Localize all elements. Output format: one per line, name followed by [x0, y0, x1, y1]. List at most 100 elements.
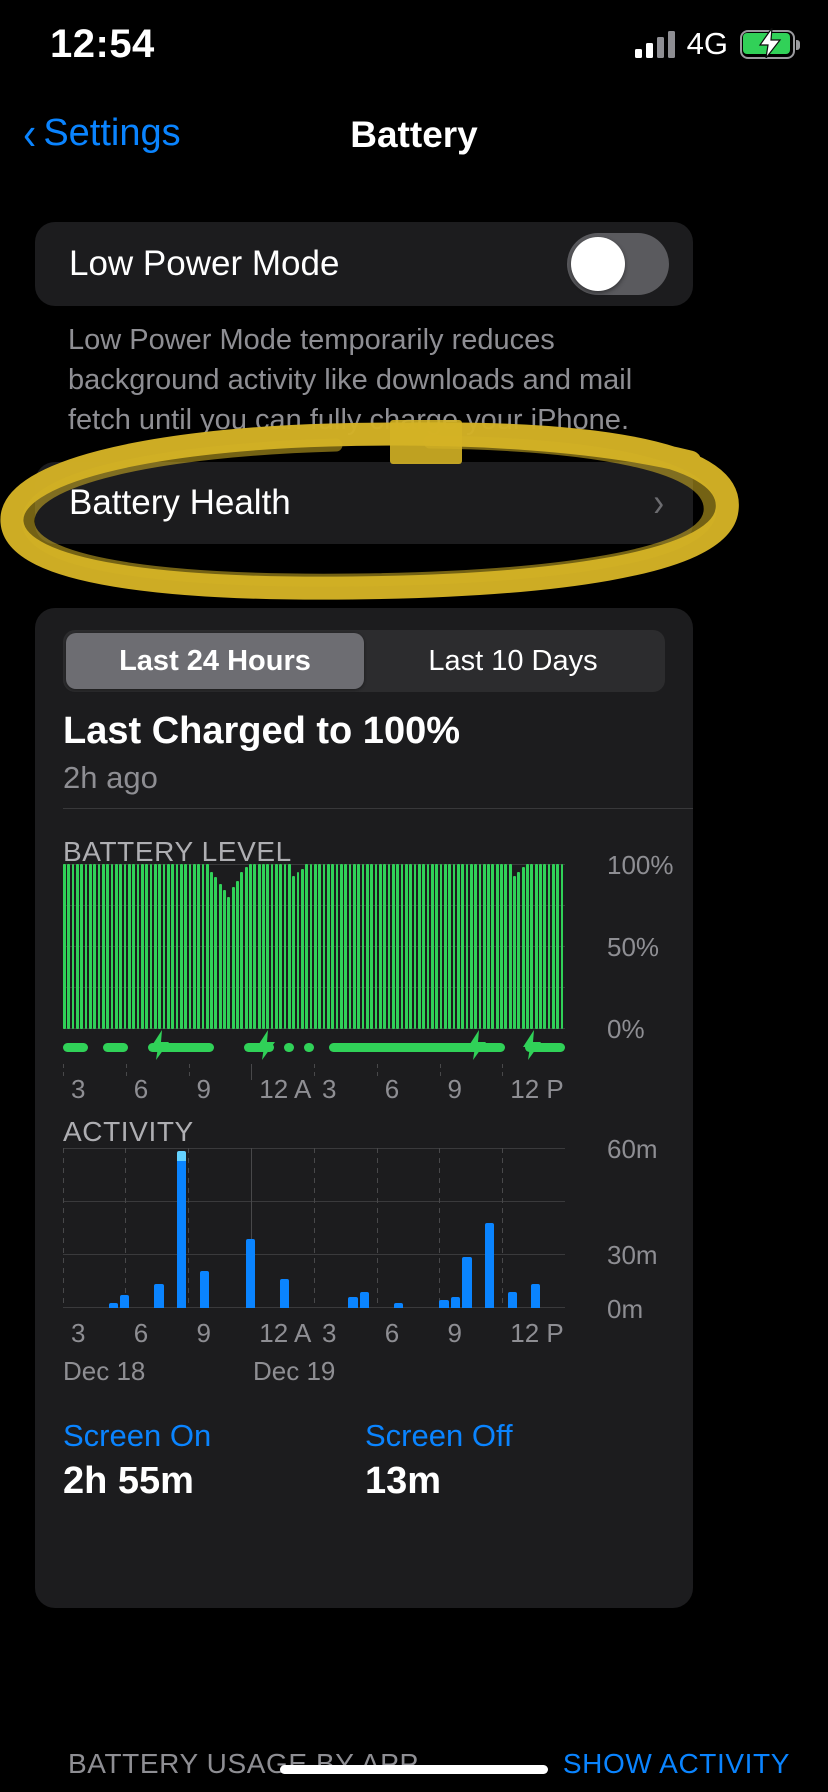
activity-bar-column — [450, 1148, 461, 1308]
battery-level-plot — [63, 864, 565, 1029]
battery-level-bar — [439, 864, 443, 1029]
activity-screen-off-segment — [177, 1150, 187, 1162]
activity-section-title: ACTIVITY — [63, 1116, 194, 1147]
page-title: Battery — [350, 114, 478, 155]
activity-bar-column — [382, 1148, 391, 1308]
x-axis-label: 12 P — [510, 1074, 564, 1104]
battery-level-bar — [266, 864, 270, 1029]
home-indicator[interactable] — [280, 1765, 548, 1774]
section-divider — [63, 808, 693, 809]
time-range-segmented-control[interactable]: Last 24 Hours Last 10 Days — [63, 630, 665, 692]
x-axis-tick — [251, 1064, 253, 1080]
activity-bar-column — [542, 1148, 551, 1308]
activity-screen-on-segment — [348, 1297, 358, 1308]
battery-level-bar — [101, 864, 105, 1029]
battery-level-bar — [132, 864, 135, 1029]
x-axis-label: 3 — [71, 1074, 86, 1104]
activity-bar-column — [188, 1148, 197, 1308]
activity-screen-on-segment — [462, 1257, 472, 1308]
battery-level-bar — [75, 864, 79, 1029]
battery-level-chart: 100% 50% 0% 3 6 9 12 A 3 6 9 12 P — [63, 850, 674, 1104]
activity-bar-column — [359, 1148, 369, 1308]
battery-level-bar — [63, 864, 66, 1029]
x-axis-tick — [188, 1064, 190, 1080]
x-axis-label: 3 — [322, 1074, 337, 1104]
battery-level-bar — [314, 864, 317, 1029]
battery-level-bar — [262, 864, 265, 1029]
battery-level-bar — [210, 872, 213, 1029]
y-label-30m: 30m — [607, 1240, 658, 1270]
battery-level-bar — [504, 864, 508, 1029]
activity-bar-column — [245, 1148, 255, 1308]
battery-level-bar — [214, 877, 218, 1029]
activity-screen-on-segment — [199, 1270, 210, 1308]
battery-level-bar — [396, 864, 399, 1029]
y-label-0: 0% — [607, 1014, 645, 1044]
battery-level-bar — [288, 864, 291, 1029]
x-axis-label: 6 — [384, 1074, 400, 1104]
battery-level-bar — [391, 864, 395, 1029]
battery-level-bar — [244, 867, 248, 1029]
battery-level-bar — [513, 875, 516, 1029]
battery-level-bar — [335, 864, 339, 1029]
battery-level-bar — [236, 880, 239, 1029]
network-type-label: 4G — [686, 26, 728, 61]
activity-chart: 60m 30m 0m 3 6 9 12 A 3 6 9 12 P Dec 18 Dec 19 — [63, 1134, 665, 1388]
battery-level-bar — [279, 864, 283, 1029]
low-power-mode-toggle[interactable] — [567, 233, 669, 295]
activity-plot — [63, 1148, 565, 1308]
battery-level-bar — [478, 864, 482, 1029]
activity-bar-column — [120, 1148, 130, 1308]
activity-screen-on-segment — [154, 1284, 164, 1308]
battery-level-bar — [188, 864, 192, 1029]
battery-level-bar — [443, 864, 447, 1029]
battery-level-bar — [309, 864, 313, 1029]
charging-bolt-icon — [521, 1030, 543, 1065]
navigation-bar: ‹ Settings Battery — [0, 96, 828, 182]
battery-level-bar — [417, 864, 421, 1029]
charging-bolt-icon — [466, 1030, 488, 1065]
activity-bar-column — [371, 1148, 380, 1308]
battery-level-bars — [63, 864, 565, 1029]
battery-level-bar — [171, 864, 174, 1029]
low-power-mode-row[interactable]: Low Power Mode — [35, 222, 693, 306]
battery-level-bar — [158, 864, 161, 1029]
battery-level-bar — [469, 864, 473, 1029]
activity-screen-on-segment — [245, 1238, 255, 1308]
segment-last-10-days[interactable]: Last 10 Days — [364, 633, 662, 689]
day-label-dec-19: Dec 19 — [253, 1356, 336, 1386]
battery-level-bar — [430, 864, 434, 1029]
battery-level-bar — [456, 864, 460, 1029]
battery-level-bar — [552, 864, 555, 1029]
activity-bar-column — [154, 1148, 164, 1308]
battery-level-bar — [413, 864, 417, 1029]
segment-last-24-hours[interactable]: Last 24 Hours — [66, 633, 364, 689]
chevron-right-icon: › — [653, 480, 664, 525]
activity-screen-on-segment — [450, 1297, 461, 1308]
battery-level-bar — [322, 864, 326, 1029]
battery-level-bar — [534, 864, 538, 1029]
battery-level-bar — [365, 864, 369, 1029]
screen-off-value: 13m — [365, 1460, 442, 1502]
battery-level-bar — [352, 864, 356, 1029]
y-label-60m: 60m — [607, 1134, 658, 1164]
activity-x-axis: 3 6 9 12 A 3 6 9 12 P — [63, 1308, 565, 1352]
battery-level-bar — [340, 864, 343, 1029]
show-activity-button[interactable]: SHOW ACTIVITY — [563, 1748, 790, 1780]
battery-health-row[interactable]: Battery Health › — [35, 462, 693, 544]
battery-level-bar — [88, 864, 92, 1029]
activity-bar-column — [257, 1148, 266, 1308]
battery-level-bar — [283, 864, 287, 1029]
status-bar-time: 12:54 — [50, 22, 155, 66]
screen-on-value: 2h 55m — [63, 1460, 194, 1502]
activity-screen-on-segment — [439, 1300, 449, 1308]
battery-level-bar — [292, 875, 296, 1029]
activity-bar-column — [405, 1148, 414, 1308]
x-axis-label: 12 P — [510, 1318, 564, 1348]
battery-level-bar — [249, 864, 252, 1029]
battery-settings-screen: 12:54 4G ‹ Settings Battery Low Power Mo… — [0, 0, 828, 1792]
x-axis-label: 6 — [133, 1074, 149, 1104]
activity-bar-column — [530, 1148, 541, 1308]
last-charged-title: Last Charged to 100% — [63, 710, 460, 752]
activity-bar-column — [485, 1148, 495, 1308]
